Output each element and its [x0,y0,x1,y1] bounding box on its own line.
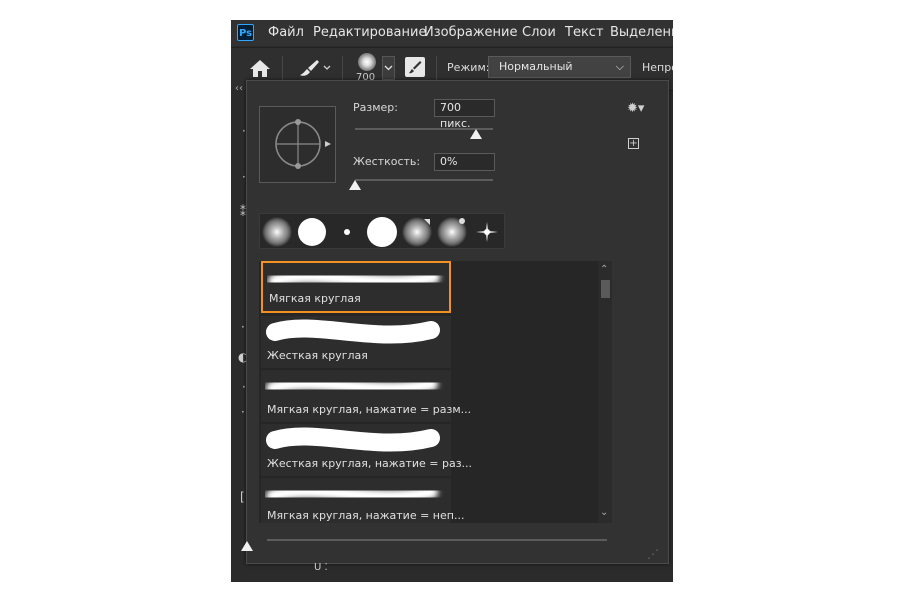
brush-stroke-preview [266,376,438,396]
scrollbar-thumb[interactable] [601,280,610,298]
brush-list-scrollbar[interactable]: ⌃ ⌄ [598,261,612,523]
tools-panel [231,90,247,582]
collapse-panel-icon[interactable]: ‹‹ [235,83,243,94]
recent-brush-soft-pressure-size[interactable] [400,216,434,248]
tool-icon[interactable]: · [241,320,245,334]
size-input[interactable]: 700 пикс. [434,99,495,130]
recent-brush-hard-round[interactable] [295,216,329,248]
brush-tool-preset-button[interactable] [297,57,333,82]
hardness-slider-track[interactable] [355,179,493,181]
brush-tip-preview[interactable] [259,106,336,183]
brush-item-soft-round-pressure-size[interactable]: Мягкая круглая, нажатие = разм... [261,370,471,422]
blend-mode-value: Нормальный [499,60,573,73]
mode-label: Режим: [447,61,490,74]
brush-name: Жесткая круглая [267,349,368,362]
chevron-down-icon: ⌵ [615,60,624,73]
tool-icon[interactable]: [ [240,490,245,504]
photoshop-logo: Ps [237,24,254,41]
gear-icon[interactable]: ✹▾ [627,101,644,116]
menu-select[interactable]: Выделение [610,25,673,40]
home-icon [250,60,270,77]
menu-image[interactable]: Изображение [424,25,517,40]
brush-list: Мягкая круглая Жесткая круглая Мягкая кр… [259,261,603,523]
menu-edit[interactable]: Редактирование [313,25,426,40]
size-label: Размер: [353,101,398,114]
brush-preset-picker: Размер: 700 пикс. Жесткость: 0% ✹▾ + Мяг… [241,80,669,564]
brush-name: Жесткая круглая, нажатие = раз... [267,457,473,470]
brush-picker-dropdown[interactable] [382,56,395,80]
recent-brush-soft-round[interactable] [260,216,294,248]
preview-size-slider-track[interactable] [267,539,607,541]
recent-brush-hard-round-large[interactable] [365,216,399,248]
new-preset-icon[interactable]: + [628,138,639,149]
recent-brushes [259,213,505,249]
brush-stroke-preview [266,484,438,504]
menu-layers[interactable]: Слои [522,25,556,40]
brush-stroke-preview [268,269,440,289]
brush-item-soft-round-pressure-opacity[interactable]: Мягкая круглая, нажатие = неп... [261,478,464,523]
scroll-down-icon[interactable]: ⌄ [600,507,608,518]
recent-brush-star-sparkle[interactable] [470,216,504,248]
brush-stroke-preview [266,319,440,344]
brush-icon [300,60,331,76]
tool-icon[interactable]: · [241,405,245,419]
brush-item-hard-round-pressure-size[interactable]: Жесткая круглая, нажатие = раз... [261,424,472,476]
scroll-up-icon[interactable]: ⌃ [600,264,608,275]
brush-settings-toggle[interactable] [405,57,425,77]
brush-stroke-preview [266,427,440,452]
brush-name: Мягкая круглая [269,292,361,305]
menu-file[interactable]: Файл [268,25,304,40]
opacity-label: Непро [642,61,673,74]
brush-name: Мягкая круглая, нажатие = разм... [267,403,472,416]
menu-bar: Ps Файл Редактирование Изображение Слои … [231,20,673,46]
brush-item-hard-round[interactable]: Жесткая круглая [261,316,451,368]
chevron-down-icon [384,65,393,71]
hardness-input[interactable]: 0% [434,153,495,171]
brush-item-soft-round[interactable]: Мягкая круглая [261,261,451,313]
photoshop-window: Ps Файл Редактирование Изображение Слои … [231,20,673,582]
brush-angle-icon [275,119,331,169]
home-button[interactable] [249,58,271,81]
recent-brush-soft-pressure-opacity[interactable] [435,216,469,248]
hardness-label: Жесткость: [353,155,421,168]
brush-preview-button[interactable] [358,53,376,71]
recent-brush-small-hard[interactable] [330,216,364,248]
blend-mode-select[interactable]: Нормальный ⌵ [488,56,631,78]
menu-type[interactable]: Текст [565,25,604,40]
brush-settings-icon [409,61,422,74]
resize-grip-icon[interactable]: ⋰ [647,547,659,561]
brush-name: Мягкая круглая, нажатие = неп... [267,509,465,522]
tool-icon[interactable]: U ⁚ [314,562,328,573]
